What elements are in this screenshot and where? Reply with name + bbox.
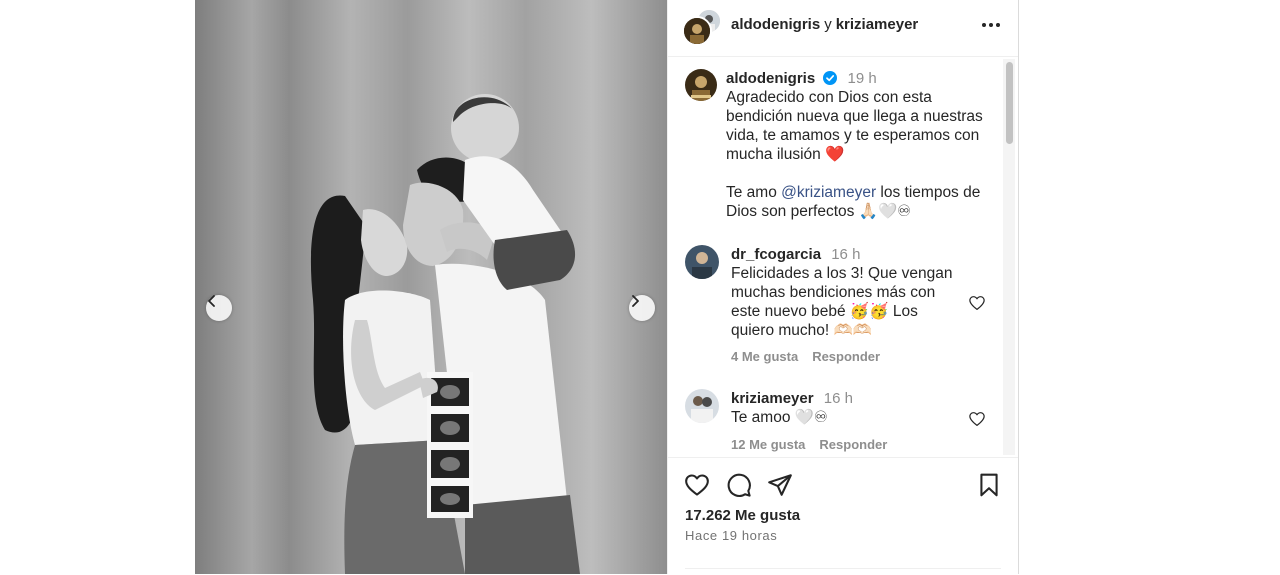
comment-like-button[interactable] [968,410,986,428]
comment-like-button[interactable] [968,294,986,312]
caption-username[interactable]: aldodenigris [726,70,815,87]
chevron-left-icon [208,295,215,307]
post-timestamp[interactable]: Hace 19 horas [685,528,777,543]
comment-avatar[interactable] [685,389,719,423]
caption-username-row: aldodenigris 19 h [726,70,877,89]
comments-list[interactable]: aldodenigris 19 h Agradecido con Dios co… [668,57,1018,457]
comments-scrollbar[interactable] [1003,59,1015,455]
collab-usernames: aldodenigris y kriziameyer [731,16,918,33]
post-side-panel: aldodenigrisykriziameyer aldodenigris [667,0,1018,574]
chevron-right-icon [632,295,639,307]
header-username-1[interactable]: aldodenigris [731,16,820,33]
verified-badge-icon [823,71,838,89]
caption-text: Agradecido con Dios con esta bendición n… [726,88,988,221]
avatar-image [685,245,719,279]
comment-item: dr_fcogarcia 16 h Felicidades a los 3! Q… [685,245,1003,365]
comment-bubble-icon [727,473,751,497]
post-photo[interactable] [195,0,667,574]
avatar-image [684,18,710,44]
heart-outline-icon [685,474,709,496]
post-container: aldodenigrisykriziameyer aldodenigris [195,0,1019,574]
avatar-image [685,389,719,423]
comment-like-count[interactable]: 4 Me gusta [731,349,798,364]
caption-time[interactable]: 19 h [848,70,877,87]
avatar-image [685,69,717,101]
comment-username-row: dr_fcogarcia 16 h [731,246,860,263]
more-options-button[interactable] [980,14,1002,36]
comment-time[interactable]: 16 h [831,246,860,263]
save-button[interactable] [976,472,1002,498]
comment-reply-button[interactable]: Responder [819,437,887,452]
comment-like-count[interactable]: 12 Me gusta [731,437,805,452]
comment-button[interactable] [726,472,752,498]
scrollbar-thumb[interactable] [1006,62,1013,144]
comment-username[interactable]: kriziameyer [731,390,814,407]
like-button[interactable] [684,472,710,498]
more-horizontal-icon [982,23,1000,27]
comment-username-row: kriziameyer 16 h [731,390,853,407]
header-username-2[interactable]: kriziameyer [836,16,919,33]
add-comment-divider [685,568,1001,569]
comment-meta: 12 Me gusta Responder [731,437,901,452]
comment-reply-button[interactable]: Responder [812,349,880,364]
post-header: aldodenigris y kriziameyer [668,0,1018,57]
carousel-next-button[interactable] [629,295,655,321]
send-paper-plane-icon [768,474,792,496]
carousel-prev-button[interactable] [206,295,232,321]
comment-time[interactable]: 16 h [824,390,853,407]
comment-meta: 4 Me gusta Responder [731,349,894,364]
collab-avatar-1[interactable] [682,16,712,46]
post-actions: 17.262 Me gusta Hace 19 horas [668,457,1018,575]
comment-avatar[interactable] [685,245,719,279]
comment-username[interactable]: dr_fcogarcia [731,246,821,263]
caption-avatar[interactable] [685,69,717,101]
share-button[interactable] [767,472,793,498]
heart-outline-icon [969,412,985,426]
comment-item: kriziameyer 16 h Te amoo 🤍♾ 12 Me gusta R… [685,389,1003,457]
comment-text: Te amoo 🤍♾ [731,409,828,426]
caption-mention-link[interactable]: @kriziameyer [781,184,876,201]
header-conjunction: y [824,16,832,33]
comment-text: Felicidades a los 3! Que vengan muchas b… [731,265,953,339]
heart-outline-icon [969,296,985,310]
bookmark-icon [980,473,998,497]
post-like-count[interactable]: 17.262 Me gusta [685,507,800,524]
photo-illustration [195,0,667,574]
